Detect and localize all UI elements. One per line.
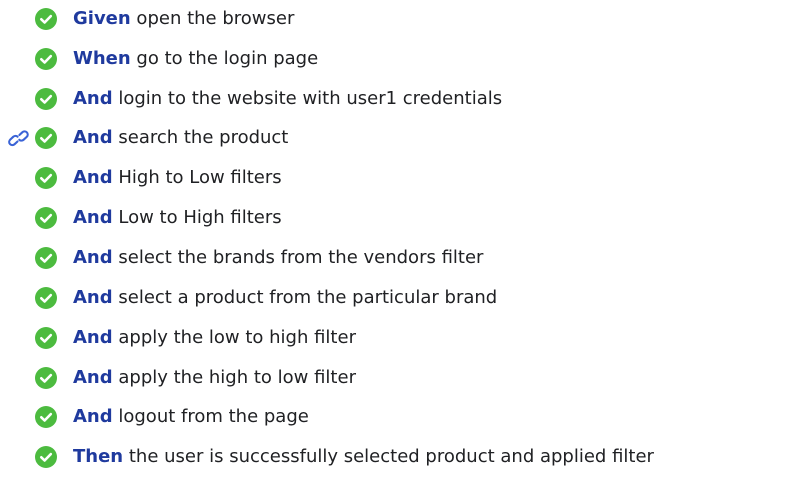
check-circle-icon [35, 327, 57, 349]
check-circle-icon [35, 167, 57, 189]
step-description: Low to High filters [112, 207, 282, 228]
step-description: logout from the page [112, 406, 309, 427]
step-description: select the brands from the vendors filte… [112, 247, 484, 268]
step-row: And search the product [0, 119, 790, 157]
step-text: And Low to High filters [73, 207, 282, 229]
step-text: And search the product [73, 127, 288, 149]
check-circle-icon [35, 207, 57, 229]
step-description: login to the website with user1 credenti… [112, 88, 503, 109]
step-description: search the product [112, 127, 289, 148]
check-circle-icon [35, 8, 57, 30]
step-row: Then the user is successfully selected p… [0, 438, 790, 476]
step-keyword: And [73, 127, 113, 148]
step-keyword: And [73, 247, 113, 268]
step-text: Then the user is successfully selected p… [73, 446, 654, 468]
step-description: apply the low to high filter [112, 327, 356, 348]
step-description: High to Low filters [112, 167, 282, 188]
step-row: And select the brands from the vendors f… [0, 239, 790, 277]
step-description: go to the login page [130, 48, 319, 69]
step-text: And select a product from the particular… [73, 287, 497, 309]
step-text: And High to Low filters [73, 167, 282, 189]
step-description: select a product from the particular bra… [112, 287, 498, 308]
step-row: And apply the low to high filter [0, 319, 790, 357]
step-keyword: And [73, 367, 113, 388]
step-keyword: And [73, 167, 113, 188]
check-circle-icon [35, 367, 57, 389]
step-description: open the browser [130, 8, 295, 29]
step-row: And apply the high to low filter [0, 359, 790, 397]
step-keyword: And [73, 88, 113, 109]
step-description: the user is successfully selected produc… [123, 446, 654, 467]
step-keyword: And [73, 406, 113, 427]
step-description: apply the high to low filter [112, 367, 356, 388]
step-row: And login to the website with user1 cred… [0, 80, 790, 118]
step-keyword: When [73, 48, 131, 69]
step-keyword: And [73, 327, 113, 348]
check-circle-icon [35, 88, 57, 110]
step-row: And select a product from the particular… [0, 279, 790, 317]
step-keyword: Then [73, 446, 124, 467]
check-circle-icon [35, 48, 57, 70]
step-text: And login to the website with user1 cred… [73, 88, 502, 110]
step-row: And High to Low filters [0, 159, 790, 197]
step-text: When go to the login page [73, 48, 318, 70]
check-circle-icon [35, 127, 57, 149]
check-circle-icon [35, 247, 57, 269]
step-text: And select the brands from the vendors f… [73, 247, 483, 269]
check-circle-icon [35, 406, 57, 428]
step-row: Given open the browser [0, 0, 790, 38]
step-row: And Low to High filters [0, 199, 790, 237]
step-row: When go to the login page [0, 40, 790, 78]
step-keyword: And [73, 287, 113, 308]
check-circle-icon [35, 287, 57, 309]
link-icon[interactable] [8, 129, 32, 147]
step-text: And apply the high to low filter [73, 367, 356, 389]
step-keyword: Given [73, 8, 131, 29]
step-list: Given open the browser When go to the lo… [0, 0, 790, 479]
step-text: And apply the low to high filter [73, 327, 356, 349]
step-keyword: And [73, 207, 113, 228]
step-text: Given open the browser [73, 8, 294, 30]
step-row: And logout from the page [0, 398, 790, 436]
step-text: And logout from the page [73, 406, 309, 428]
check-circle-icon [35, 446, 57, 468]
